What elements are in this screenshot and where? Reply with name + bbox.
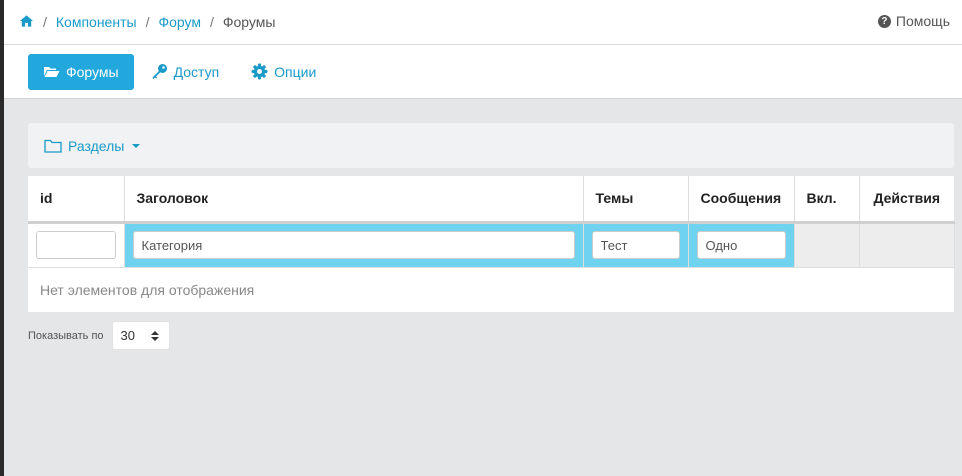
filter-cell-actions [859,222,955,268]
sections-dropdown-label: Разделы [68,137,125,154]
question-circle-icon: ? [877,14,891,28]
toolbar-tabs: Форумы Доступ Опции [4,45,962,99]
breadcrumb-separator: / [209,14,214,30]
empty-message: Нет элементов для отображения [40,281,255,298]
key-icon [152,64,167,79]
title-filter-input[interactable] [132,231,575,259]
filter-row [28,222,955,268]
tab-access[interactable]: Доступ [136,54,235,90]
column-header-id[interactable]: id [28,176,125,224]
column-header-topics[interactable]: Темы [583,176,689,224]
filter-cell-id [28,222,125,268]
page-size-select[interactable]: 30 [111,321,170,350]
id-filter-input[interactable] [36,231,116,259]
page-size-value: 30 [120,328,135,343]
column-header-enabled[interactable]: Вкл. [794,176,860,224]
breadcrumb-forum[interactable]: Форум [158,14,201,30]
tab-label: Опции [274,63,317,80]
page-size-control: Показывать по 30 [28,321,170,350]
topics-filter-input[interactable] [591,231,680,259]
home-icon [19,14,34,27]
breadcrumb-separator: / [43,14,47,30]
breadcrumb-components[interactable]: Компоненты [56,14,137,30]
breadcrumb: / Компоненты / Форум / Форумы ? Помощь [4,0,962,45]
filter-cell-topics [583,222,689,268]
column-header-actions: Действия [859,176,954,224]
messages-filter-input[interactable] [696,231,786,259]
tab-label: Доступ [173,63,220,80]
forums-table: id Заголовок Темы Сообщения Вкл. Действи… [28,176,955,312]
empty-row: Нет элементов для отображения [28,267,954,312]
tab-label: Форумы [66,63,119,80]
gear-icon [251,63,268,80]
breadcrumb-separator: / [145,14,150,30]
filter-panel: Разделы [28,123,954,168]
folder-open-icon [44,67,60,77]
sort-arrows-icon [150,330,159,341]
filter-cell-messages [688,222,795,268]
sections-dropdown[interactable]: Разделы [44,137,141,154]
page-size-label: Показывать по [28,329,104,342]
help-link[interactable]: ? Помощь [877,13,950,29]
table-header-row: id Заголовок Темы Сообщения Вкл. Действи… [28,176,954,224]
filter-cell-title [124,222,584,268]
breadcrumb-current: Форумы [222,14,276,30]
column-header-messages[interactable]: Сообщения [688,176,795,224]
tab-options[interactable]: Опции [236,54,331,90]
filter-cell-enabled [794,222,860,268]
breadcrumb-home[interactable] [19,14,34,31]
help-label: Помощь [895,13,950,29]
chevron-down-icon [132,143,141,148]
tab-forums[interactable]: Форумы [28,53,134,90]
folder-icon [44,139,62,153]
column-header-title[interactable]: Заголовок [124,176,584,224]
